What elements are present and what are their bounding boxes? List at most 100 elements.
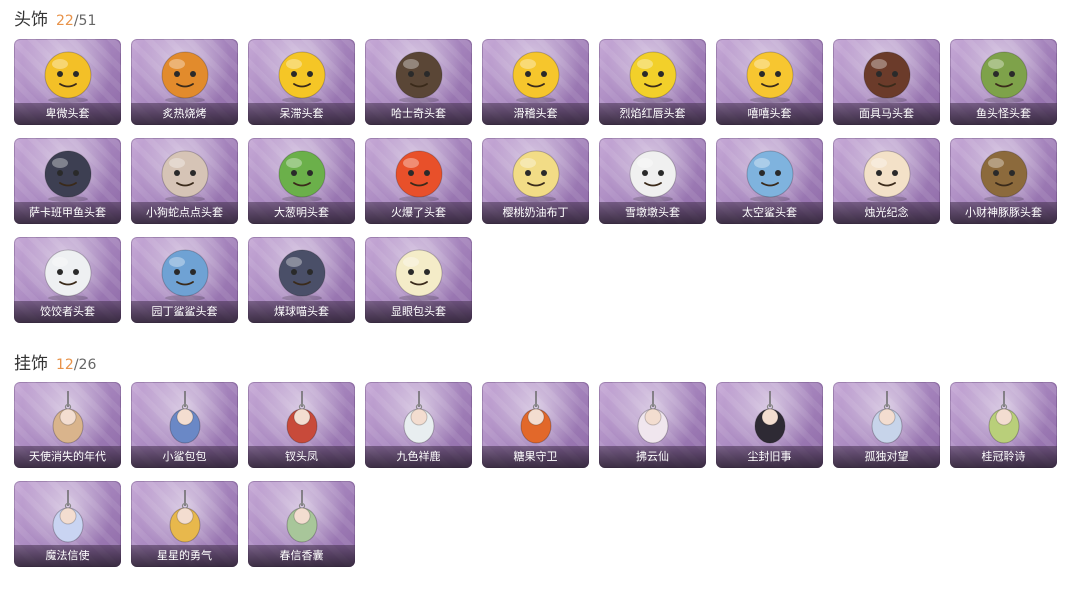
headwear-item-label: 小狗蛇点点头套 bbox=[131, 202, 238, 224]
fire-sprite-icon bbox=[387, 144, 451, 204]
headwear-item-card[interactable]: 大葱明头套 bbox=[248, 138, 355, 224]
cloud-fairy-icon bbox=[621, 388, 685, 448]
snowman-deer-icon bbox=[621, 144, 685, 204]
accessories-item-card[interactable]: 九色祥鹿 bbox=[365, 382, 472, 468]
star-lion-icon bbox=[153, 487, 217, 547]
accessories-item-label: 魔法信使 bbox=[14, 545, 121, 567]
headwear-item-label: 嘻嘻头套 bbox=[716, 103, 823, 125]
space-shark-icon bbox=[738, 144, 802, 204]
headwear-item-label: 饺饺者头套 bbox=[14, 301, 121, 323]
deer-charm-icon bbox=[387, 388, 451, 448]
dumpling-icon bbox=[36, 243, 100, 303]
accessories-item-label: 九色祥鹿 bbox=[365, 446, 472, 468]
headwear-item-label: 哈士奇头套 bbox=[365, 103, 472, 125]
snake-dots-icon bbox=[153, 144, 217, 204]
headwear-item-card[interactable]: 饺饺者头套 bbox=[14, 237, 121, 323]
husky-sunglasses-icon bbox=[387, 45, 451, 105]
headwear-item-card[interactable]: 小狗蛇点点头套 bbox=[131, 138, 238, 224]
accessories-item-card[interactable]: 春信香囊 bbox=[248, 481, 355, 567]
headwear-item-card[interactable]: 面具马头套 bbox=[833, 39, 940, 125]
headwear-item-label: 大葱明头套 bbox=[248, 202, 355, 224]
accessories-grid: 天使消失的年代 小鲨包包 钗头凤 九色祥鹿 糖果守卫 拂云仙 尘封旧事 孤独对望 桂冠聆诗魔法信… bbox=[14, 382, 1060, 567]
laurel-figure-icon bbox=[972, 388, 1036, 448]
sachet-icon bbox=[270, 487, 334, 547]
prince-figure-icon bbox=[738, 388, 802, 448]
accessories-owned-count: 12 bbox=[56, 357, 74, 373]
accessories-item-card[interactable]: 天使消失的年代 bbox=[14, 382, 121, 468]
headwear-item-card[interactable]: 哈士奇头套 bbox=[365, 39, 472, 125]
accessories-item-label: 拂云仙 bbox=[599, 446, 706, 468]
orange-grill-face-icon bbox=[153, 45, 217, 105]
horse-mask-icon bbox=[855, 45, 919, 105]
headwear-total-count: 51 bbox=[78, 13, 97, 29]
headwear-owned-count: 22 bbox=[56, 13, 74, 29]
accessories-item-card[interactable]: 桂冠聆诗 bbox=[950, 382, 1057, 468]
headwear-item-label: 园丁鲨鲨头套 bbox=[131, 301, 238, 323]
headwear-item-label: 太空鲨头套 bbox=[716, 202, 823, 224]
accessories-item-label: 钗头凤 bbox=[248, 446, 355, 468]
headwear-item-card[interactable]: 太空鲨头套 bbox=[716, 138, 823, 224]
accessories-item-label: 星星的勇气 bbox=[131, 545, 238, 567]
headwear-item-card[interactable]: 鱼头怪头套 bbox=[950, 39, 1057, 125]
gardener-shark-icon bbox=[153, 243, 217, 303]
sacabambaspis-icon bbox=[36, 144, 100, 204]
accessories-item-card[interactable]: 星星的勇气 bbox=[131, 481, 238, 567]
headwear-item-label: 火爆了头套 bbox=[365, 202, 472, 224]
accessories-item-label: 春信香囊 bbox=[248, 545, 355, 567]
green-onion-icon bbox=[270, 144, 334, 204]
candle-icon bbox=[855, 144, 919, 204]
headwear-item-label: 炙热烧烤 bbox=[131, 103, 238, 125]
accessories-item-card[interactable]: 尘封旧事 bbox=[716, 382, 823, 468]
headwear-item-label: 煤球喵头套 bbox=[248, 301, 355, 323]
headwear-item-card[interactable]: 萨卡班甲鱼头套 bbox=[14, 138, 121, 224]
yellow-face-dazed-icon bbox=[270, 45, 334, 105]
bulb-head-icon bbox=[387, 243, 451, 303]
accessories-section-title: 挂饰 12 / 26 bbox=[14, 349, 97, 374]
headwear-item-card[interactable]: 火爆了头套 bbox=[365, 138, 472, 224]
accessories-item-card[interactable]: 魔法信使 bbox=[14, 481, 121, 567]
headwear-item-label: 萨卡班甲鱼头套 bbox=[14, 202, 121, 224]
accessories-item-card[interactable]: 小鲨包包 bbox=[131, 382, 238, 468]
headwear-item-card[interactable]: 呆滞头套 bbox=[248, 39, 355, 125]
headwear-item-label: 面具马头套 bbox=[833, 103, 940, 125]
accessories-item-card[interactable]: 钗头凤 bbox=[248, 382, 355, 468]
headwear-title: 头饰 bbox=[14, 10, 48, 30]
accessories-title: 挂饰 bbox=[14, 354, 48, 374]
headwear-item-card[interactable]: 烛光纪念 bbox=[833, 138, 940, 224]
headwear-item-label: 鱼头怪头套 bbox=[950, 103, 1057, 125]
yellow-face-worried-icon bbox=[36, 45, 100, 105]
headwear-item-card[interactable]: 樱桃奶油布丁 bbox=[482, 138, 589, 224]
shark-bag-icon bbox=[153, 388, 217, 448]
accessories-item-label: 孤独对望 bbox=[833, 446, 940, 468]
lonely-figure-icon bbox=[855, 388, 919, 448]
headwear-item-label: 雪墩墩头套 bbox=[599, 202, 706, 224]
headwear-item-label: 樱桃奶油布丁 bbox=[482, 202, 589, 224]
headwear-item-card[interactable]: 烈焰红唇头套 bbox=[599, 39, 706, 125]
capybara-icon bbox=[972, 144, 1036, 204]
headwear-item-label: 显眼包头套 bbox=[365, 301, 472, 323]
headwear-item-card[interactable]: 嘻嘻头套 bbox=[716, 39, 823, 125]
accessories-item-card[interactable]: 糖果守卫 bbox=[482, 382, 589, 468]
phoenix-hairpin-icon bbox=[270, 388, 334, 448]
mouse-messenger-icon bbox=[36, 487, 100, 547]
headwear-item-label: 滑稽头套 bbox=[482, 103, 589, 125]
headwear-item-card[interactable]: 滑稽头套 bbox=[482, 39, 589, 125]
accessories-item-card[interactable]: 孤独对望 bbox=[833, 382, 940, 468]
accessories-item-label: 糖果守卫 bbox=[482, 446, 589, 468]
yellow-face-grin-icon bbox=[504, 45, 568, 105]
headwear-item-label: 呆滞头套 bbox=[248, 103, 355, 125]
headwear-item-card[interactable]: 煤球喵头套 bbox=[248, 237, 355, 323]
headwear-item-label: 烈焰红唇头套 bbox=[599, 103, 706, 125]
accessories-item-label: 天使消失的年代 bbox=[14, 446, 121, 468]
headwear-grid: 卑微头套 炙热烧烤 呆滞头套 哈士奇头套 滑稽头套 烈焰红唇头套 嘻嘻头套 面具马头套 鱼头怪头… bbox=[14, 39, 1060, 323]
accessories-total-count: 26 bbox=[78, 357, 97, 373]
black-cat-icon bbox=[270, 243, 334, 303]
pudding-icon bbox=[504, 144, 568, 204]
headwear-item-card[interactable]: 显眼包头套 bbox=[365, 237, 472, 323]
headwear-item-card[interactable]: 小财神豚豚头套 bbox=[950, 138, 1057, 224]
headwear-item-card[interactable]: 炙热烧烤 bbox=[131, 39, 238, 125]
headwear-item-card[interactable]: 卑微头套 bbox=[14, 39, 121, 125]
headwear-item-card[interactable]: 雪墩墩头套 bbox=[599, 138, 706, 224]
headwear-item-card[interactable]: 园丁鲨鲨头套 bbox=[131, 237, 238, 323]
accessories-item-card[interactable]: 拂云仙 bbox=[599, 382, 706, 468]
